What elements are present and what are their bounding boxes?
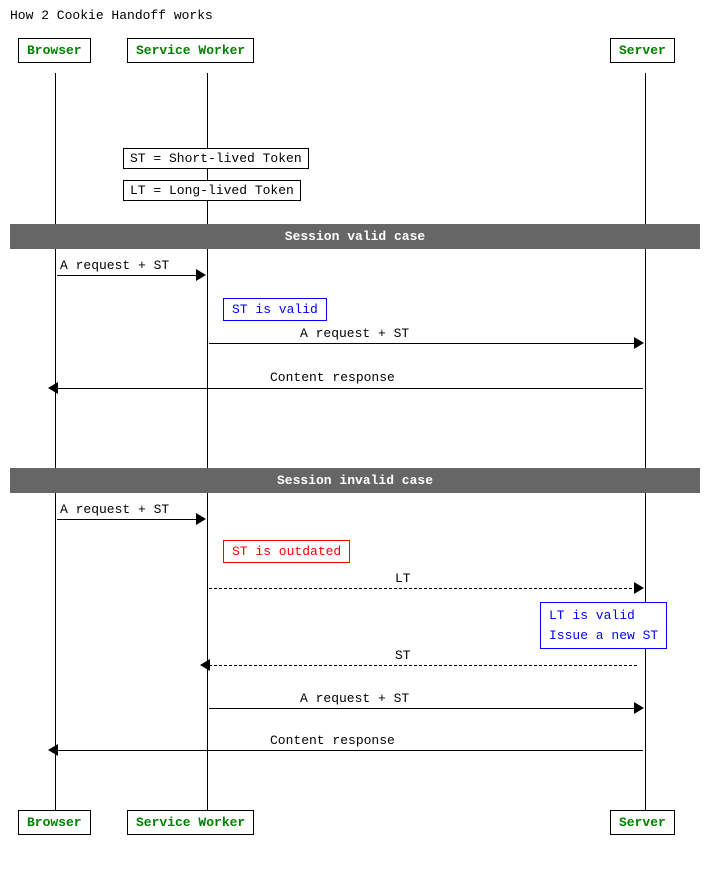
section-valid: Session valid case xyxy=(10,224,700,249)
label-sw-server-req2: A request + ST xyxy=(300,691,409,706)
note-st: ST = Short-lived Token xyxy=(123,148,309,169)
actor-sw-top: Service Worker xyxy=(127,38,254,63)
arrowhead-sw-server-req xyxy=(634,337,644,349)
note-lt: LT = Long-lived Token xyxy=(123,180,301,201)
arrow-server-to-browser-resp xyxy=(57,388,643,389)
label-content-response-invalid: Content response xyxy=(270,733,395,748)
lifeline-server xyxy=(645,73,646,833)
arrow-server-to-sw-st xyxy=(209,665,637,666)
note-st-valid: ST is valid xyxy=(223,298,327,321)
actor-browser-top: Browser xyxy=(18,38,91,63)
arrow-sw-to-server-req2 xyxy=(209,708,637,709)
arrowhead-browser-sw-req xyxy=(196,269,206,281)
actor-server-bottom: Server xyxy=(610,810,675,835)
label-lt: LT xyxy=(395,571,411,586)
lifeline-browser xyxy=(55,73,56,833)
label-browser-sw-req: A request + ST xyxy=(60,258,169,273)
diagram: How 2 Cookie Handoff works Browser Servi… xyxy=(0,0,710,872)
label-sw-server-req: A request + ST xyxy=(300,326,409,341)
label-content-response-valid: Content response xyxy=(270,370,395,385)
arrowhead-server-sw-st xyxy=(200,659,210,671)
arrow-browser-to-sw-req2 xyxy=(57,519,199,520)
arrowhead-browser-sw-req2 xyxy=(196,513,206,525)
arrowhead-sw-server-lt xyxy=(634,582,644,594)
arrow-browser-to-sw-req xyxy=(57,275,199,276)
label-st-return: ST xyxy=(395,648,411,663)
label-browser-sw-req2: A request + ST xyxy=(60,502,169,517)
note-st-outdated: ST is outdated xyxy=(223,540,350,563)
arrow-server-to-browser-resp2 xyxy=(57,750,643,751)
arrowhead-server-browser-resp2 xyxy=(48,744,58,756)
title: How 2 Cookie Handoff works xyxy=(10,8,213,23)
actor-sw-bottom: Service Worker xyxy=(127,810,254,835)
arrowhead-sw-server-req2 xyxy=(634,702,644,714)
arrowhead-server-browser-resp xyxy=(48,382,58,394)
arrow-sw-to-server-req xyxy=(209,343,637,344)
note-lt-valid: LT is valid Issue a new ST xyxy=(540,602,667,649)
actor-server-top: Server xyxy=(610,38,675,63)
arrow-sw-to-server-lt xyxy=(209,588,637,589)
section-invalid: Session invalid case xyxy=(10,468,700,493)
actor-browser-bottom: Browser xyxy=(18,810,91,835)
